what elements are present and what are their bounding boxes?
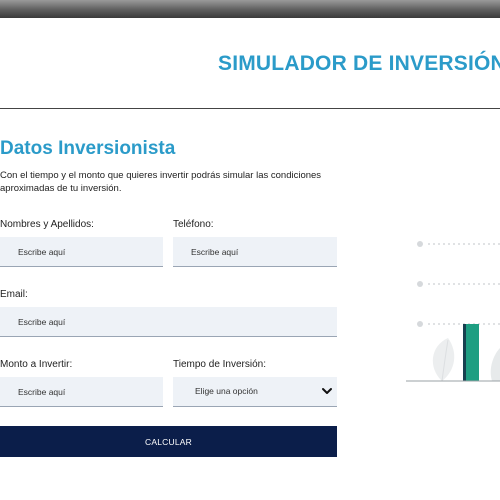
investment-chart-illustration: [406, 241, 500, 382]
phone-label: Teléfono:: [173, 219, 214, 230]
chevron-down-icon: [322, 388, 332, 394]
email-input[interactable]: [0, 307, 337, 336]
section-description: Con el tiempo y el monto que quieres inv…: [0, 170, 322, 194]
term-select-value: Elige una opción: [195, 386, 258, 396]
name-field-wrapper: [0, 237, 163, 267]
term-label: Tiempo de Inversión:: [173, 359, 267, 370]
name-input[interactable]: [0, 237, 163, 266]
calculate-button[interactable]: CALCULAR: [0, 426, 337, 457]
title-divider: [0, 108, 500, 109]
leaf-decoration: [432, 338, 455, 382]
phone-input[interactable]: [173, 237, 337, 266]
leaf-decoration-right: [490, 348, 500, 381]
dotted-guide-lines: [417, 241, 500, 327]
term-select[interactable]: Elige una opción: [173, 377, 337, 407]
chart-bar-shadow: [463, 324, 466, 381]
name-label: Nombres y Apellidos:: [0, 219, 94, 230]
section-title: Datos Inversionista: [0, 138, 176, 159]
amount-field-wrapper: [0, 377, 163, 407]
amount-label: Monto a Invertir:: [0, 359, 73, 370]
page-title: SIMULADOR DE INVERSIÓN: [218, 52, 500, 75]
amount-input[interactable]: [0, 377, 163, 406]
email-label: Email:: [0, 289, 28, 300]
email-field-wrapper: [0, 307, 337, 337]
window-top-bar: [0, 0, 500, 18]
phone-field-wrapper: [173, 237, 337, 267]
